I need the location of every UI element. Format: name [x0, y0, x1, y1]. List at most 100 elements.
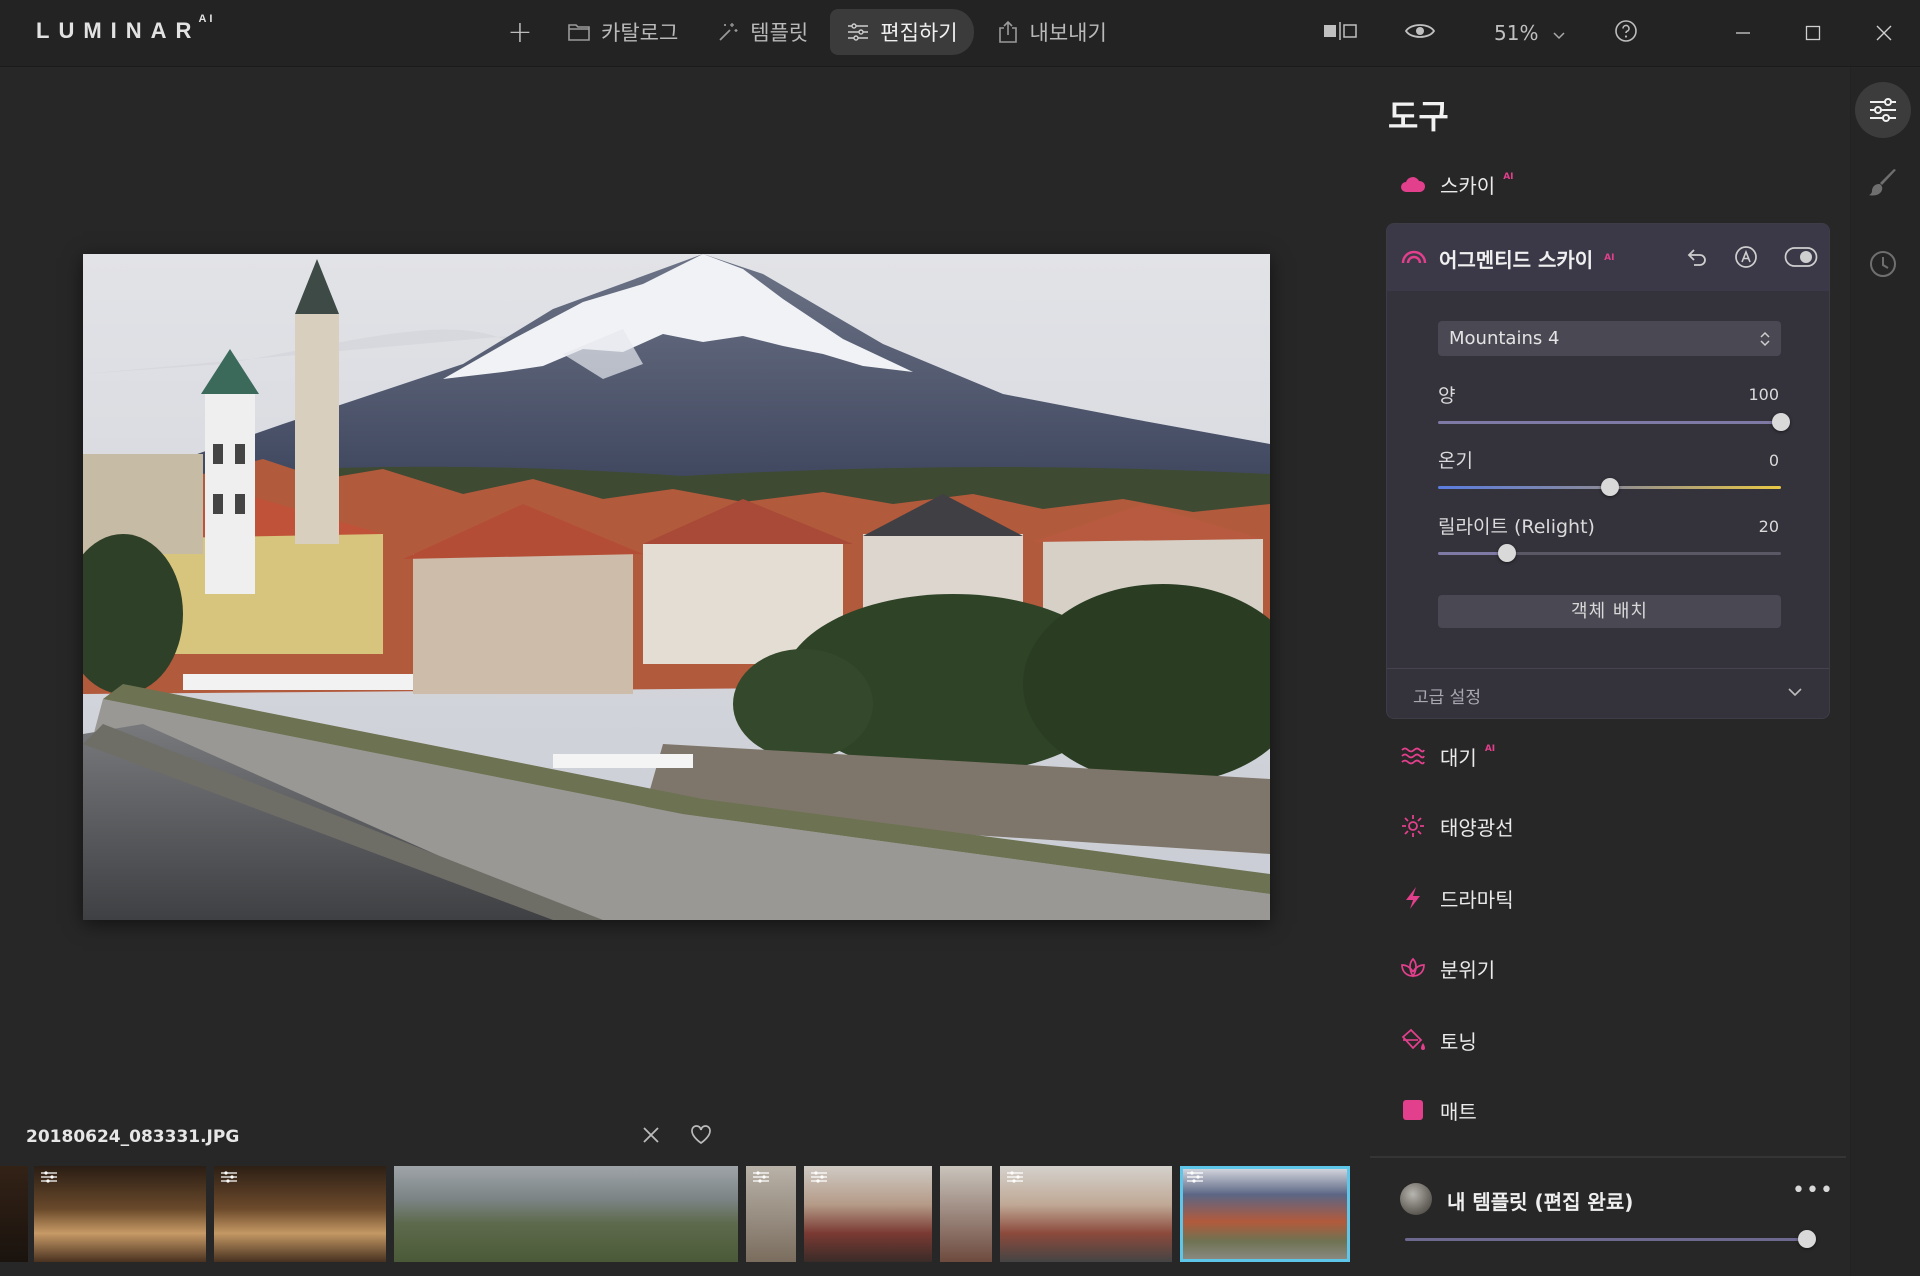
history-tab-button[interactable]: [1855, 236, 1911, 292]
edited-photo[interactable]: [83, 254, 1270, 920]
close-window-button[interactable]: [1861, 10, 1907, 56]
filmstrip-thumbnail[interactable]: [0, 1166, 28, 1262]
tool-sunrays[interactable]: 태양광선: [1400, 808, 1514, 844]
lightning-icon: [1400, 885, 1426, 911]
template-avatar: [1400, 1183, 1432, 1215]
filmstrip-thumbnail[interactable]: [34, 1166, 206, 1262]
amount-slider-thumb[interactable]: [1772, 413, 1790, 431]
minimize-button[interactable]: [1720, 10, 1766, 56]
close-icon: [1876, 25, 1892, 41]
undo-icon: [1687, 249, 1706, 266]
help-button[interactable]: [1614, 10, 1638, 56]
relight-slider[interactable]: [1438, 544, 1781, 562]
template-title: 내 템플릿 (편집 완료): [1447, 1190, 1634, 1214]
edited-badge-icon: [221, 1171, 237, 1183]
chevron-down-icon: [1787, 683, 1803, 702]
help-icon: [1614, 19, 1638, 47]
filmstrip[interactable]: [0, 1166, 1370, 1262]
tab-catalog[interactable]: 카탈로그: [551, 9, 694, 55]
magic-wand-icon: [716, 20, 740, 44]
sky-select-value: Mountains 4: [1449, 328, 1560, 349]
cloud-icon: [1400, 171, 1426, 197]
tool-matte-label: 매트: [1440, 1099, 1477, 1124]
reject-button[interactable]: [640, 1124, 662, 1150]
tab-catalog-label: 카탈로그: [601, 21, 679, 45]
tab-export-label: 내보내기: [1029, 21, 1107, 45]
warmth-slider-thumb[interactable]: [1600, 478, 1619, 496]
template-amount-thumb[interactable]: [1798, 1230, 1816, 1248]
tool-toning[interactable]: 토닝: [1400, 1022, 1477, 1058]
amount-value: 100: [1748, 385, 1779, 404]
amount-label: 양: [1438, 385, 1456, 407]
tab-templates-label: 템플릿: [750, 21, 809, 45]
side-rail: [1850, 68, 1920, 1276]
tool-sunrays-label: 태양광선: [1440, 815, 1514, 840]
tab-templates[interactable]: 템플릿: [700, 9, 824, 55]
lotus-icon: [1400, 955, 1426, 981]
advanced-settings-label: 고급 설정: [1413, 688, 1481, 708]
compare-icon: [1322, 21, 1358, 45]
edited-badge-icon: [1007, 1171, 1023, 1183]
reset-button[interactable]: [1681, 242, 1711, 272]
brush-tab-button[interactable]: [1855, 155, 1911, 211]
augmented-sky-title: 어그멘티드 스카이 AI: [1439, 248, 1615, 272]
brush-icon: [1869, 169, 1896, 196]
tools-tab-button[interactable]: [1855, 82, 1911, 138]
tools-panel: 도구 스카이 AI 어그멘티드 스카이 AI Mountains 4 양 100…: [1370, 68, 1850, 1276]
zoom-dropdown[interactable]: 51%: [1494, 10, 1566, 56]
tool-matte[interactable]: 매트: [1400, 1092, 1477, 1128]
tool-sky[interactable]: 스카이 AI: [1400, 166, 1514, 202]
sky-select[interactable]: Mountains 4: [1438, 321, 1781, 356]
chevron-down-icon: [1552, 21, 1566, 45]
relight-label: 릴라이트 (Relight): [1438, 516, 1595, 538]
maximize-button[interactable]: [1790, 10, 1836, 56]
ai-badge: AI: [1503, 172, 1514, 182]
tool-atmosphere[interactable]: 대기 AI: [1400, 738, 1495, 774]
tab-edit[interactable]: 편집하기: [830, 9, 974, 55]
toggle-visibility-switch[interactable]: [1783, 242, 1819, 272]
panel-title: 도구: [1388, 97, 1449, 136]
app-logo: LUMINARAI: [36, 12, 216, 43]
warmth-label: 온기: [1438, 450, 1473, 472]
template-more-button[interactable]: •••: [1792, 1178, 1834, 1203]
tool-toning-label: 토닝: [1440, 1029, 1477, 1054]
image-canvas[interactable]: [0, 68, 1370, 1128]
augmented-sky-card: 어그멘티드 스카이 AI Mountains 4 양 100 온기 0 릴라이트…: [1386, 223, 1830, 719]
waves-icon: [1400, 743, 1426, 769]
ai-badge: AI: [1484, 744, 1496, 754]
tool-mystical[interactable]: 분위기: [1400, 950, 1495, 986]
preview-button[interactable]: [1404, 10, 1436, 56]
filmstrip-thumbnail-selected[interactable]: [1180, 1166, 1350, 1262]
tab-edit-label: 편집하기: [880, 21, 958, 45]
filmstrip-thumbnail[interactable]: [1000, 1166, 1172, 1262]
filmstrip-thumbnail[interactable]: [804, 1166, 932, 1262]
add-photos-button[interactable]: +: [495, 8, 545, 56]
favorite-button[interactable]: [690, 1124, 712, 1150]
relight-value: 20: [1758, 517, 1779, 536]
tool-dramatic[interactable]: 드라마틱: [1400, 880, 1514, 916]
place-object-button[interactable]: 객체 배치: [1438, 595, 1781, 628]
edited-badge-icon: [41, 1171, 57, 1183]
filmstrip-thumbnail[interactable]: [940, 1166, 992, 1262]
advanced-settings-toggle[interactable]: 고급 설정: [1387, 668, 1829, 718]
filmstrip-thumbnail[interactable]: [746, 1166, 796, 1262]
eye-icon: [1404, 21, 1436, 45]
compare-button[interactable]: [1322, 10, 1358, 56]
close-icon: [643, 1127, 659, 1143]
filmstrip-thumbnail[interactable]: [394, 1166, 738, 1262]
filmstrip-thumbnail[interactable]: [214, 1166, 386, 1262]
sliders-icon: [1870, 98, 1896, 122]
sliders-icon: [846, 20, 870, 44]
amount-slider[interactable]: [1438, 413, 1790, 431]
tab-export[interactable]: 내보내기: [980, 9, 1123, 55]
minimize-icon: [1736, 32, 1750, 34]
maximize-icon: [1805, 25, 1821, 41]
relight-slider-thumb[interactable]: [1497, 544, 1516, 562]
augmented-sky-header[interactable]: 어그멘티드 스카이 AI: [1387, 224, 1829, 291]
template-amount-slider[interactable]: [1405, 1230, 1816, 1248]
mask-icon: [1735, 246, 1757, 268]
tool-atmosphere-label: 대기: [1440, 745, 1477, 770]
mask-button[interactable]: [1731, 242, 1761, 272]
tool-dramatic-label: 드라마틱: [1440, 887, 1514, 912]
warmth-slider[interactable]: [1438, 478, 1781, 496]
